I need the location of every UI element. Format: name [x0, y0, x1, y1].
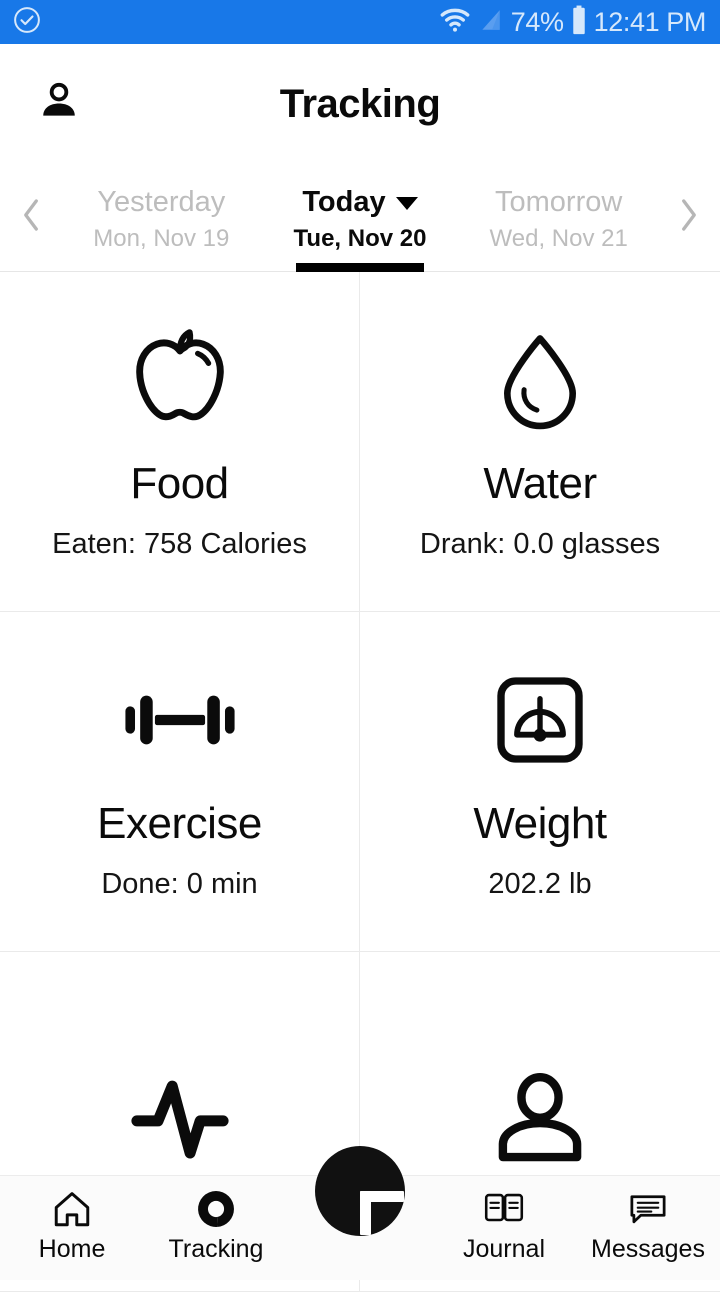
caret-down-icon[interactable]	[395, 196, 418, 210]
weight-scale-icon	[488, 660, 592, 780]
date-tab-yesterday-label: Yesterday	[97, 185, 226, 218]
tile-food-title: Food	[130, 459, 229, 508]
app-bar: Tracking	[0, 44, 720, 164]
nav-item-home-label: Home	[38, 1235, 106, 1263]
chevron-left-icon	[17, 194, 45, 241]
add-button[interactable]	[315, 1146, 405, 1236]
nav-item-messages-label: Messages	[591, 1235, 705, 1263]
nav-item-tracking[interactable]: Tracking	[144, 1176, 288, 1262]
date-tab-today-date: Tue, Nov 20	[293, 225, 427, 253]
nav-item-messages[interactable]: Messages	[576, 1176, 720, 1262]
nav-item-journal-label: Journal	[463, 1235, 545, 1263]
message-bubble-icon	[626, 1185, 670, 1233]
tile-row: Food Eaten: 758 Calories Water Drank: 0.…	[0, 272, 720, 612]
date-tab-today[interactable]: Today Tue, Nov 20	[261, 164, 460, 272]
tile-weight[interactable]: Weight 202.2 lb	[360, 612, 720, 951]
donut-chart-icon	[194, 1185, 238, 1233]
tile-weight-title: Weight	[473, 799, 607, 848]
person-outline-icon	[487, 1060, 593, 1180]
tile-row: Exercise Done: 0 min Weight 202.2 lb	[0, 612, 720, 952]
chevron-right-icon	[675, 194, 703, 241]
date-tab-tomorrow[interactable]: Tomorrow Wed, Nov 21	[459, 164, 658, 271]
status-bar: 74% 12:41 PM	[0, 0, 720, 44]
home-icon	[49, 1185, 95, 1233]
bottom-navigation: Home Tracking Journal Messages	[0, 1146, 720, 1280]
tile-food[interactable]: Food Eaten: 758 Calories	[0, 272, 360, 611]
nav-item-tracking-label: Tracking	[168, 1235, 264, 1263]
nav-item-add	[288, 1146, 432, 1236]
status-bar-right: 74% 12:41 PM	[439, 5, 706, 40]
tile-exercise[interactable]: Exercise Done: 0 min	[0, 612, 360, 951]
pulse-icon	[125, 1060, 235, 1180]
nav-item-journal[interactable]: Journal	[432, 1176, 576, 1262]
person-icon	[37, 79, 81, 130]
tile-food-value: Eaten: 758 Calories	[52, 528, 307, 560]
water-drop-icon	[487, 320, 593, 440]
date-tab-today-label: Today	[302, 185, 386, 218]
nav-item-home[interactable]: Home	[0, 1176, 144, 1262]
tile-water-value: Drank: 0.0 glasses	[419, 528, 661, 560]
check-circle-icon	[12, 5, 42, 40]
tile-water-title: Water	[483, 459, 597, 508]
apple-icon	[121, 320, 239, 440]
dumbbell-icon	[121, 660, 239, 780]
date-tabs: Yesterday Mon, Nov 19 Today Tue, Nov 20 …	[62, 164, 658, 272]
date-tab-tomorrow-label: Tomorrow	[495, 185, 623, 218]
status-bar-left	[12, 5, 42, 40]
prev-day-button[interactable]	[0, 164, 62, 271]
battery-percent-text: 74%	[510, 6, 564, 37]
profile-button[interactable]	[32, 77, 86, 131]
date-selector: Yesterday Mon, Nov 19 Today Tue, Nov 20 …	[0, 164, 720, 272]
tile-exercise-title: Exercise	[97, 799, 262, 848]
active-tab-indicator	[296, 263, 424, 272]
date-tab-tomorrow-date: Wed, Nov 21	[489, 225, 628, 253]
battery-icon	[571, 5, 587, 40]
date-tab-yesterday[interactable]: Yesterday Mon, Nov 19	[62, 164, 261, 271]
cell-signal-icon	[478, 7, 504, 38]
tile-exercise-value: Done: 0 min	[101, 868, 258, 900]
tile-weight-value: 202.2 lb	[488, 868, 592, 900]
clock-text: 12:41 PM	[593, 6, 707, 37]
open-book-icon	[482, 1185, 526, 1233]
date-tab-yesterday-date: Mon, Nov 19	[93, 225, 230, 253]
wifi-icon	[439, 6, 471, 39]
tile-water[interactable]: Water Drank: 0.0 glasses	[360, 272, 720, 611]
next-day-button[interactable]	[658, 164, 720, 271]
tracking-tile-grid: Food Eaten: 758 Calories Water Drank: 0.…	[0, 272, 720, 1292]
page-title: Tracking	[279, 81, 441, 126]
